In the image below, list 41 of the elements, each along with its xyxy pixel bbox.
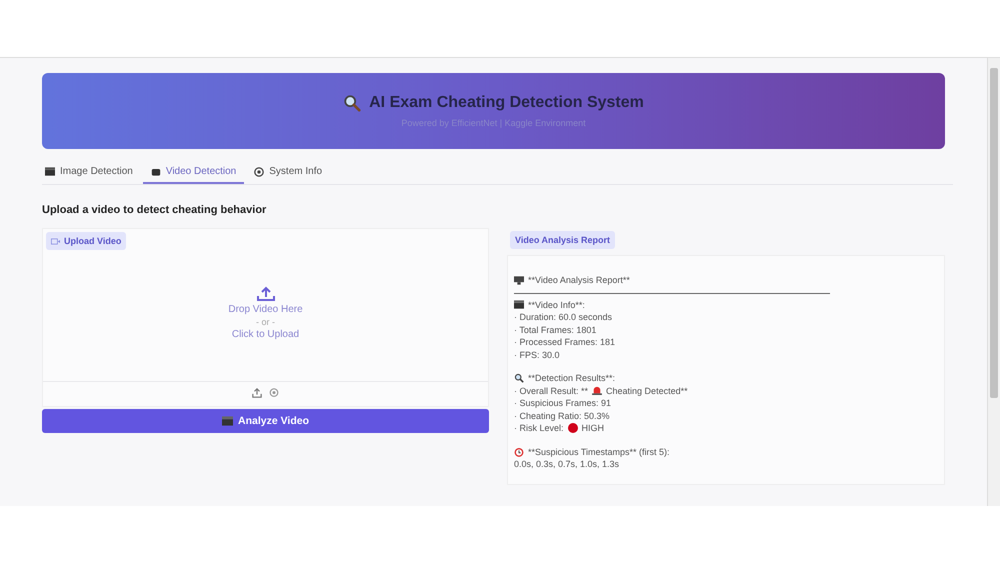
upload-icon [256, 286, 276, 302]
siren-icon [592, 386, 602, 396]
tab[interactable]: Image Detection [42, 163, 141, 184]
clapper-icon [222, 416, 233, 426]
section-heading: **Detection Results**: [528, 372, 616, 384]
magnifier-icon [343, 94, 362, 112]
section-heading: **Suspicious Timestamps** (first 5): [528, 446, 670, 458]
report-line: · Total Frames: 1801 [514, 324, 596, 336]
report-line: · Suspicious Frames: 91 [514, 397, 612, 410]
panel-label: Upload Video [46, 232, 126, 250]
instruction-text: Upload a video to detect cheating behavior [42, 204, 268, 216]
webcam-icon[interactable] [269, 388, 279, 398]
tab[interactable]: System Info [246, 163, 330, 184]
report-line: · Risk Level: [514, 422, 564, 434]
monitor-icon [514, 276, 524, 285]
report-line: · Overall Result: ** [514, 384, 588, 397]
report-line: · Processed Frames: 181 [514, 336, 616, 348]
click-upload-link[interactable]: Click to Upload [232, 329, 300, 340]
app-title: AI Exam Cheating Detection System [369, 94, 644, 112]
report-line: · Duration: 60.0 seconds [514, 311, 612, 324]
drop-text: Drop Video Here [228, 304, 303, 315]
panel-label: Video Analysis Report [510, 231, 616, 249]
risk-dot-icon [568, 423, 578, 434]
section-heading: **Video Info**: [528, 298, 585, 311]
clapper-icon [514, 300, 524, 310]
report-line: 0.0s, 0.3s, 0.7s, 1.0s, 1.3s [514, 458, 620, 470]
report-line: · FPS: 30.0 [514, 348, 560, 361]
report-title: **Video Analysis Report** [528, 274, 630, 286]
report-line: HIGH [582, 422, 604, 434]
tab[interactable]: Video Detection [142, 163, 244, 184]
clapper-icon [45, 167, 55, 176]
upload-icon[interactable] [252, 388, 262, 398]
or-text: - or - [256, 317, 275, 327]
drop-zone[interactable]: Drop Video Here - or - Click to Upload [43, 253, 488, 382]
report-line: Cheating Detected** [606, 384, 688, 397]
analyze-button[interactable]: Analyze Video [42, 409, 489, 433]
report-line: · Cheating Ratio: 50.3% [514, 410, 610, 422]
magnifier-icon [514, 373, 524, 384]
video-icon [51, 238, 60, 244]
alarm-clock-icon [514, 446, 524, 457]
scrollbar[interactable] [987, 58, 1000, 506]
